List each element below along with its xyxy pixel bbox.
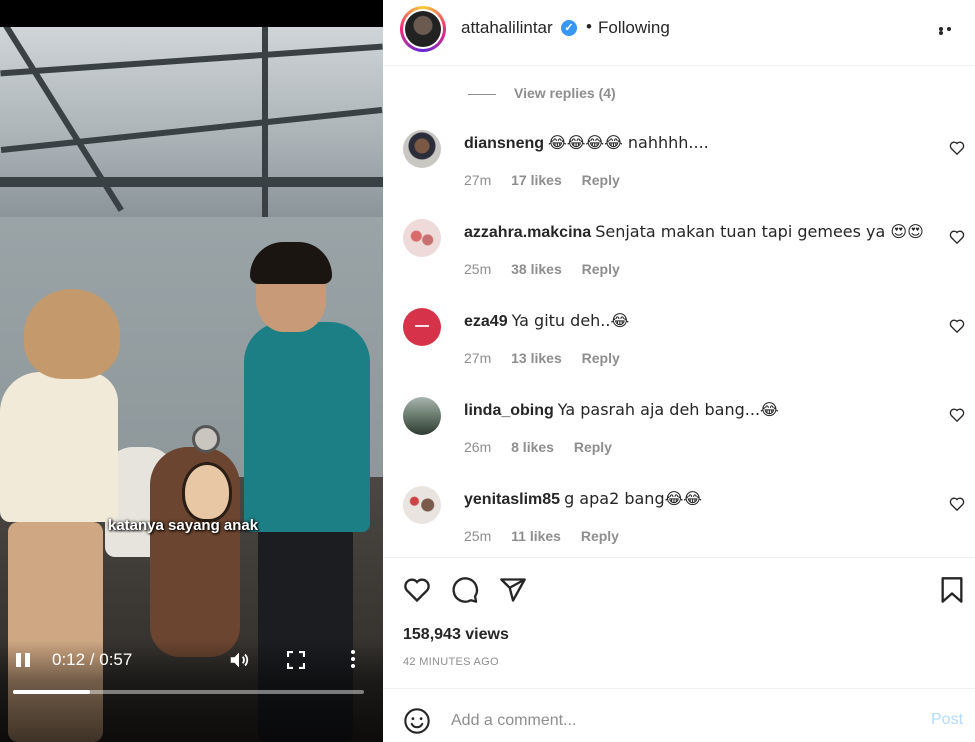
verified-badge-icon: ✓ <box>561 20 577 36</box>
reply-button[interactable]: Reply <box>582 172 620 188</box>
video-caption: katanya sayang anak <box>108 517 259 534</box>
video-progress-fill <box>13 690 91 694</box>
comment-likes[interactable]: 38 likes <box>511 261 562 277</box>
volume-icon[interactable] <box>228 649 250 671</box>
comment-item: linda_obing Ya pasrah aja deh bang...😂 26… <box>383 397 975 485</box>
video-player[interactable]: katanya sayang anak 0:12 / 0:57 <box>0 0 383 742</box>
comment-username[interactable]: azzahra.makcina <box>464 224 591 241</box>
pause-icon[interactable] <box>14 653 32 669</box>
comment-username[interactable]: yenitaslim85 <box>464 491 560 508</box>
comment-item: diansneng 😂😂😂😂 nahhhh.... 27m 17 likes Re… <box>383 130 975 218</box>
video-frame <box>0 27 383 742</box>
add-comment-bar: Post <box>383 688 975 742</box>
comment-input[interactable] <box>451 708 891 734</box>
video-progress-bar[interactable] <box>13 690 364 694</box>
comment-time: 25m <box>464 261 492 277</box>
header-separator: • <box>586 17 592 36</box>
post-actions: 158,943 views 42 MINUTES AGO <box>383 557 975 687</box>
comment-username[interactable]: eza49 <box>464 313 508 330</box>
view-count[interactable]: 158,943 views <box>403 626 509 644</box>
heart-icon[interactable] <box>949 407 965 423</box>
video-controls: 0:12 / 0:57 <box>0 640 383 742</box>
heart-icon[interactable] <box>949 229 965 245</box>
comment-text: 😂😂😂😂 nahhhh.... <box>548 133 709 152</box>
post-panel: attahalilintar ✓ • Following View replie… <box>383 0 975 742</box>
avatar[interactable] <box>403 219 441 257</box>
post-header: attahalilintar ✓ • Following <box>383 0 975 66</box>
more-vertical-icon[interactable] <box>349 650 357 672</box>
post-button[interactable]: Post <box>931 711 963 729</box>
comment-likes[interactable]: 13 likes <box>511 350 562 366</box>
post-viewer: katanya sayang anak 0:12 / 0:57 attahali… <box>0 0 975 742</box>
heart-icon[interactable] <box>949 318 965 334</box>
comment-text: Ya pasrah aja deh bang...😂 <box>557 400 779 419</box>
following-button[interactable]: Following <box>598 18 670 38</box>
comment-text: g apa2 bang😂😂 <box>564 489 702 508</box>
reply-button[interactable]: Reply <box>574 439 612 455</box>
comment-time: 25m <box>464 528 492 544</box>
view-replies-link[interactable]: View replies (4) <box>468 85 616 101</box>
reply-button[interactable]: Reply <box>582 350 620 366</box>
comment-item: azzahra.makcina Senjata makan tuan tapi g… <box>383 219 975 307</box>
reply-button[interactable]: Reply <box>582 261 620 277</box>
comment-username[interactable]: linda_obing <box>464 402 554 419</box>
comment-icon[interactable] <box>451 576 479 604</box>
avatar[interactable] <box>403 308 441 346</box>
comment-time: 27m <box>464 350 492 366</box>
heart-icon[interactable] <box>949 496 965 512</box>
reply-button[interactable]: Reply <box>581 528 619 544</box>
avatar[interactable] <box>403 486 441 524</box>
comment-time: 26m <box>464 439 492 455</box>
comment-username[interactable]: diansneng <box>464 135 544 152</box>
avatar[interactable] <box>400 6 446 52</box>
comment-likes[interactable]: 11 likes <box>511 528 561 544</box>
avatar[interactable] <box>403 397 441 435</box>
video-time: 0:12 / 0:57 <box>52 650 133 669</box>
comment-item: eza49 Ya gitu deh..😂 27m 13 likes Reply <box>383 308 975 396</box>
heart-icon[interactable] <box>403 576 431 604</box>
avatar[interactable] <box>403 130 441 168</box>
fullscreen-icon[interactable] <box>286 650 306 670</box>
more-horizontal-icon[interactable] <box>939 27 961 35</box>
share-icon[interactable] <box>499 576 527 604</box>
comment-likes[interactable]: 8 likes <box>511 439 554 455</box>
emoji-icon[interactable] <box>403 707 431 735</box>
comment-likes[interactable]: 17 likes <box>511 172 562 188</box>
post-timestamp: 42 MINUTES AGO <box>403 656 499 668</box>
comment-text: Senjata makan tuan tapi gemees ya 😍😍 <box>595 222 924 241</box>
bookmark-icon[interactable] <box>939 576 967 604</box>
comment-text: Ya gitu deh..😂 <box>511 311 630 330</box>
post-username[interactable]: attahalilintar <box>461 18 553 38</box>
comment-time: 27m <box>464 172 492 188</box>
heart-icon[interactable] <box>949 140 965 156</box>
